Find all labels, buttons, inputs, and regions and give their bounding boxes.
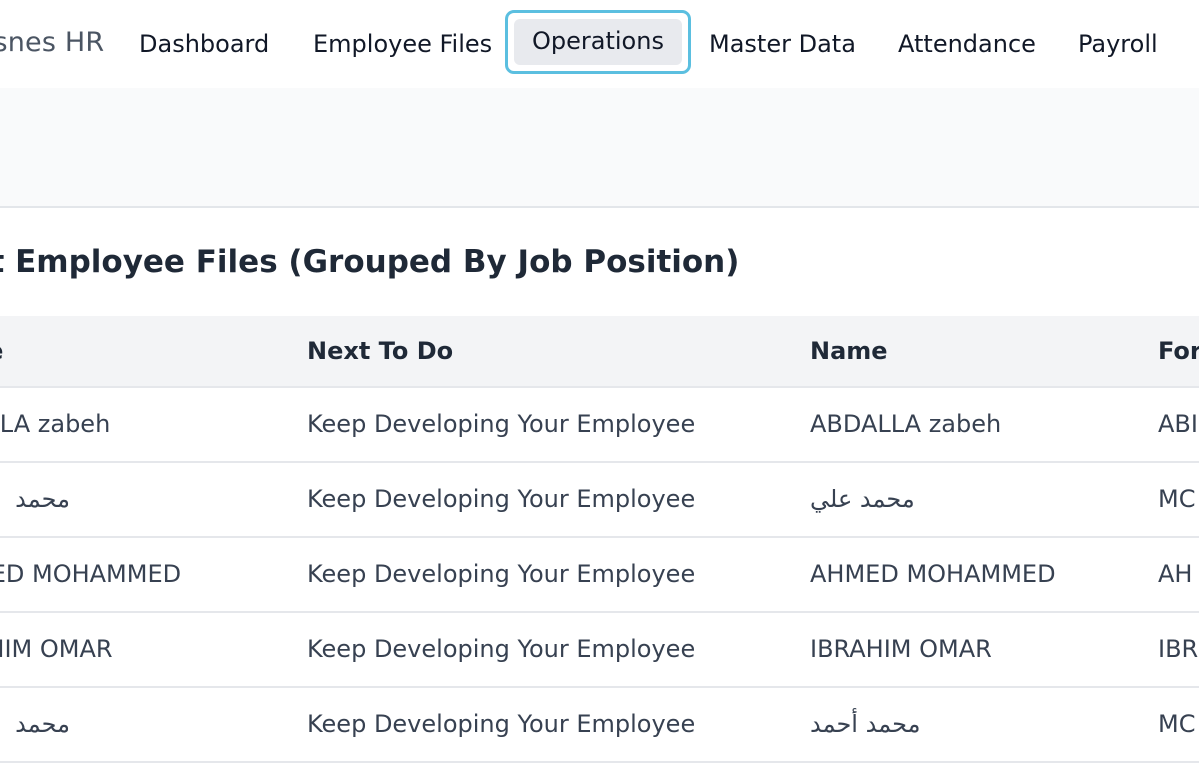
section-title: ft Employee Files (Grouped By Job Positi… [0, 244, 740, 280]
cell-name: AHMED MOHAMMED [810, 560, 1056, 588]
nav-attendance[interactable]: Attendance [898, 28, 1036, 60]
cell-next-to-do: Keep Developing Your Employee [307, 410, 696, 438]
cell-for: AH [1158, 560, 1193, 588]
table-row[interactable]: MED MOHAMMED Keep Developing Your Employ… [0, 538, 1200, 613]
employee-table: ne Next To Do Name For ALLA zabeh Keep D… [0, 316, 1200, 763]
cell-name-cut: MED MOHAMMED [0, 560, 182, 588]
table-row[interactable]: محمد Keep Developing Your Employee محمد … [0, 688, 1200, 763]
cell-next-to-do: Keep Developing Your Employee [307, 710, 696, 738]
column-header-name[interactable]: Name [810, 335, 888, 367]
table-header: ne Next To Do Name For [0, 316, 1200, 388]
cell-next-to-do: Keep Developing Your Employee [307, 485, 696, 513]
nav-payroll[interactable]: Payroll [1078, 28, 1158, 60]
cell-next-to-do: Keep Developing Your Employee [307, 560, 696, 588]
cell-name-cut: محمد [15, 710, 70, 738]
cell-for: MC [1158, 710, 1196, 738]
top-navbar: Osnes HR Dashboard Employee Files Operat… [0, 0, 1200, 88]
nav-operations[interactable]: Operations [505, 10, 691, 74]
content-card: ft Employee Files (Grouped By Job Positi… [0, 206, 1200, 767]
cell-name-cut: ALLA zabeh [0, 410, 111, 438]
cell-name: ABDALLA zabeh [810, 410, 1002, 438]
table-row[interactable]: ALLA zabeh Keep Developing Your Employee… [0, 388, 1200, 463]
cell-name-cut: محمد [15, 485, 70, 513]
column-header-for[interactable]: For [1158, 335, 1200, 367]
cell-for: MC [1158, 485, 1196, 513]
app-brand[interactable]: Osnes HR [0, 27, 104, 58]
cell-for: ABI [1158, 410, 1198, 438]
cell-name-cut: AHIM OMAR [0, 635, 113, 663]
cell-name: محمد علي [810, 485, 915, 513]
cell-name: محمد أحمد [810, 710, 921, 738]
nav-employee-files[interactable]: Employee Files [313, 28, 492, 60]
column-header-name-cut[interactable]: ne [0, 335, 3, 367]
cell-name: IBRAHIM OMAR [810, 635, 992, 663]
cell-for: IBR [1158, 635, 1199, 663]
nav-master-data[interactable]: Master Data [709, 28, 856, 60]
nav-operations-label: Operations [532, 27, 664, 55]
table-row[interactable]: AHIM OMAR Keep Developing Your Employee … [0, 613, 1200, 688]
cell-next-to-do: Keep Developing Your Employee [307, 635, 696, 663]
table-row[interactable]: محمد Keep Developing Your Employee محمد … [0, 463, 1200, 538]
nav-dashboard[interactable]: Dashboard [139, 28, 269, 60]
column-header-next-to-do[interactable]: Next To Do [307, 335, 453, 367]
